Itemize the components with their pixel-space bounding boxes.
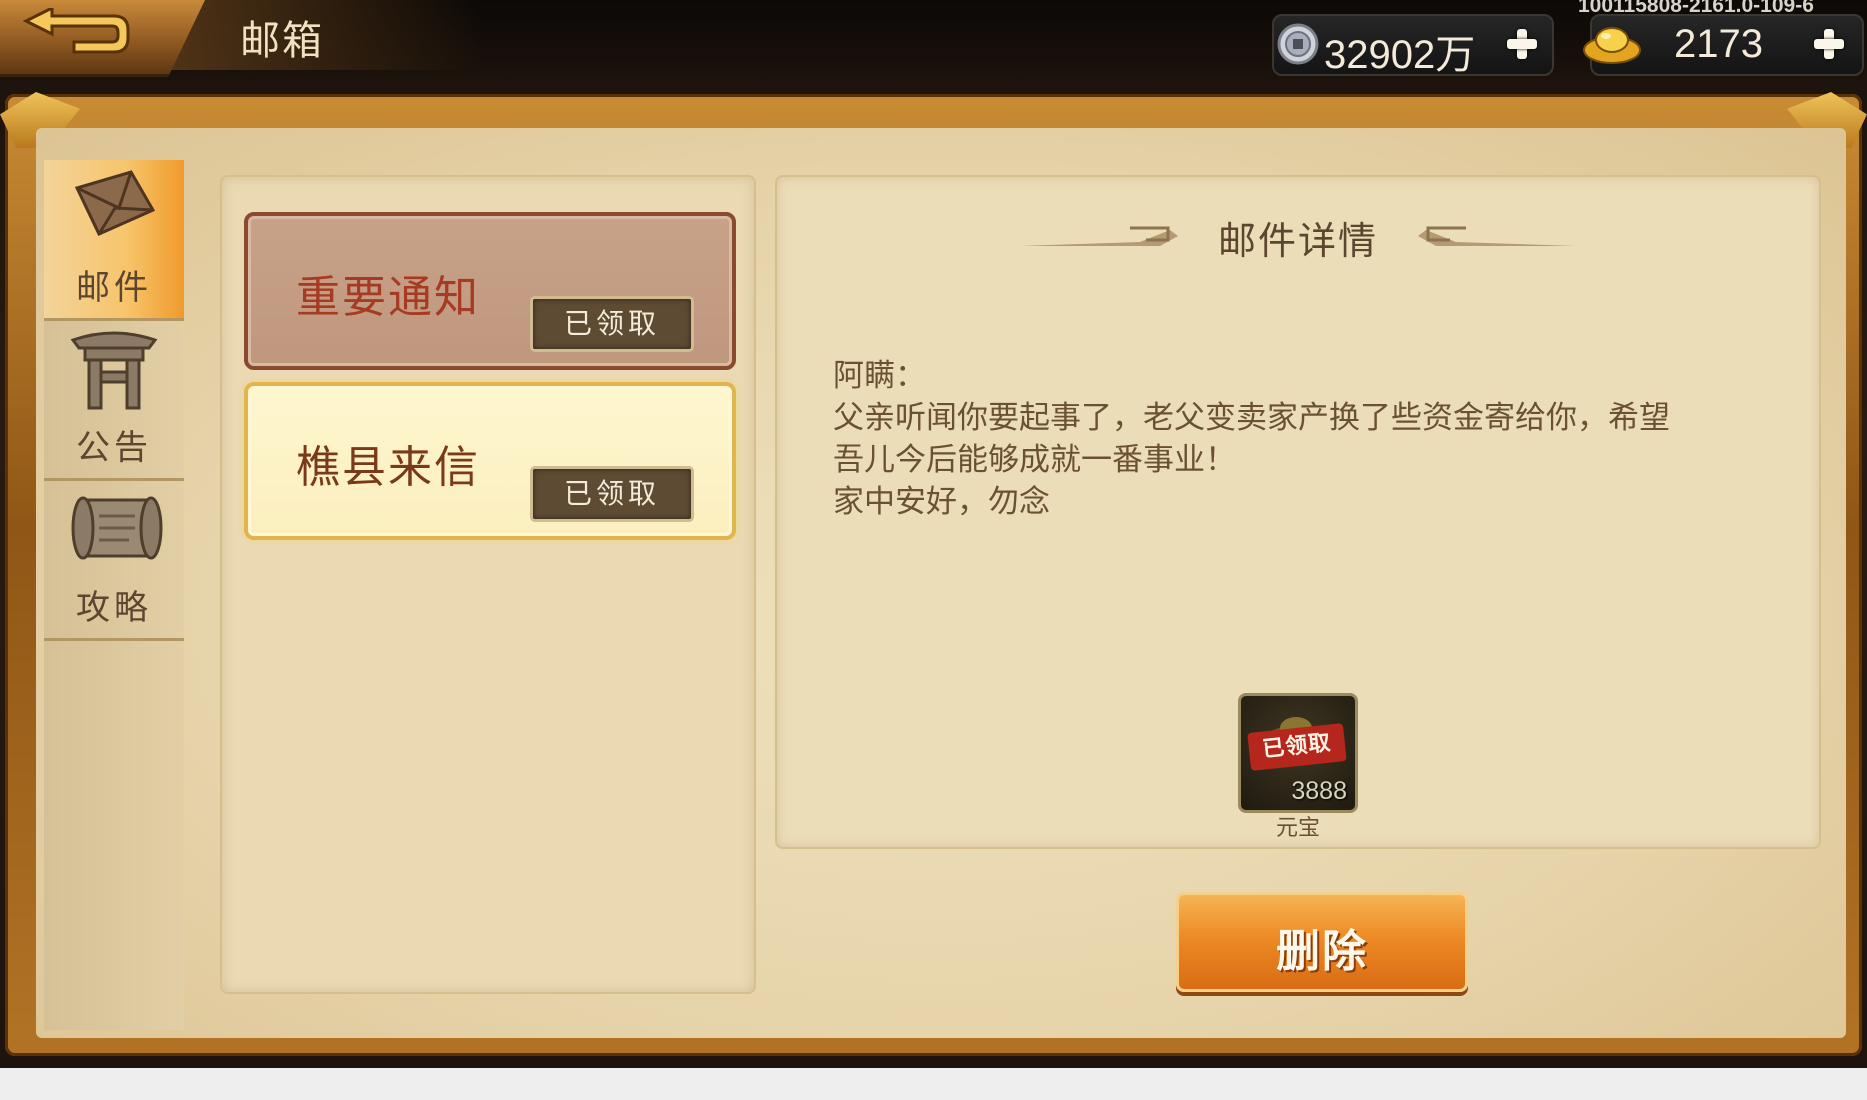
page-title: 邮箱 [240,18,324,64]
gold-currency: 2173 [1583,14,1864,76]
tab-notice-label: 公告 [76,428,152,468]
tab-notice[interactable]: 公告 [44,320,184,481]
mail-title: 重要通知 [296,272,480,323]
envelope-icon [74,170,156,236]
silver-currency: 32902万 [1272,14,1554,77]
claimed-badge: 已领取 [530,466,694,522]
attachment-quantity: 3888 [1291,777,1347,805]
add-silver-button[interactable] [1503,25,1541,63]
scroll-icon [71,496,163,560]
mail-body-line: 家中安好，勿念 [833,484,1050,520]
bottom-strip [0,1068,1867,1100]
mail-item-selected[interactable]: 樵县来信 已领取 [244,382,736,540]
attachment-name: 元宝 [1275,816,1320,841]
ingot-icon [1583,27,1641,64]
tab-mail[interactable]: 邮件 [44,160,184,321]
coin-icon [1277,23,1319,65]
silver-amount: 32902万 [1324,33,1476,77]
mail-item[interactable]: 重要通知 已领取 [244,212,736,370]
mail-title: 樵县来信 [296,442,480,493]
mail-body-line: 吾儿今后能够成就一番事业！ [833,442,1236,478]
add-gold-button[interactable] [1810,25,1848,63]
delete-button[interactable]: 删除 [1176,892,1468,992]
gate-icon [70,331,158,410]
delete-button-label: 删除 [1276,926,1368,977]
mail-body-line: 父亲听闻你要起事了，老父变卖家产换了些资金寄给你，希望 [833,400,1670,436]
tab-mail-label: 邮件 [76,268,152,308]
mail-body-line: 阿瞒： [833,358,926,394]
game-screen: 邮箱 100115808-2161.0-109-6 32902万 2173 邮件 [0,0,1867,1068]
claimed-badge: 已领取 [530,296,694,352]
tab-guide-label: 攻略 [76,588,152,628]
attachment-item[interactable]: 已领取 3888 [1238,693,1358,813]
mail-body: 阿瞒： 父亲听闻你要起事了，老父变卖家产换了些资金寄给你，希望 吾儿今后能够成就… [833,355,1763,523]
title-ornament-right-icon [1418,226,1576,246]
title-ornament-left-icon [1020,226,1178,246]
back-arrow-icon [22,8,130,54]
mail-detail-title: 邮件详情 [1217,219,1378,263]
tab-guide[interactable]: 攻略 [44,480,184,641]
gold-amount: 2173 [1674,22,1763,66]
